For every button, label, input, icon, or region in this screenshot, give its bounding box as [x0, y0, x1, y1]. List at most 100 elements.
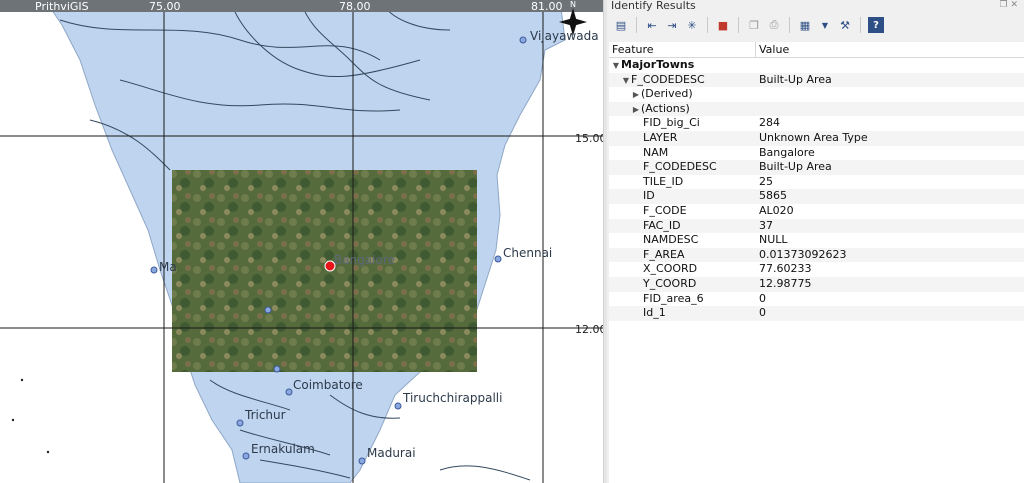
value-cell: 0	[759, 291, 766, 305]
collapsed-arrow-icon[interactable]: ▶	[631, 88, 641, 102]
collapsed-arrow-icon[interactable]: ▶	[631, 103, 641, 117]
collapse-icon[interactable]: ⇤	[644, 17, 660, 33]
feature-label: FID_area_6	[643, 291, 704, 305]
city-label-tiruchchirappalli: Tiruchchirappalli	[402, 391, 502, 405]
tree-rows: ▼ MajorTowns ▼ F_CODEDESC Built-Up Area ▶ (Der…	[609, 58, 1024, 321]
results-tree[interactable]: Feature Value ▼ MajorTowns ▼ F_CODEDESC Buil…	[609, 42, 1024, 483]
column-header-feature[interactable]: Feature	[609, 42, 756, 57]
value-cell: Built-Up Area	[759, 160, 832, 174]
grid-label-top-3: 81.00	[531, 0, 563, 13]
feature-label: ID	[643, 189, 655, 203]
value-cell: Built-Up Area	[759, 72, 832, 86]
feature-label: NAM	[643, 145, 669, 159]
map-canvas[interactable]: PrithviGIS 75.00 78.00 81.00 15.00 12.00…	[0, 0, 603, 483]
tree-row[interactable]: Y_COORD 12.98775	[609, 276, 1024, 292]
feature-label: FAC_ID	[643, 218, 681, 232]
feature-cell: Y_COORD	[609, 277, 759, 292]
value-cell: 12.98775	[759, 276, 812, 290]
tree-row[interactable]: Id_1 0	[609, 306, 1024, 321]
feature-cell: F_CODEDESC	[609, 160, 759, 175]
select-mode-icon[interactable]: ▦	[797, 17, 813, 33]
copy-icon[interactable]: ❐	[746, 17, 762, 33]
grid-label-top-1: 75.00	[149, 0, 181, 13]
feature-cell: FID_big_Ci	[609, 116, 759, 131]
settings-icon[interactable]: ⚒	[837, 17, 853, 33]
tree-row[interactable]: TILE_ID 25	[609, 175, 1024, 190]
panel-window-controls[interactable]: ❐ ✕	[1000, 0, 1018, 10]
identify-toolbar: ▤ ⇤ ⇥ ✳ ■ ❐ ⎙ ▦ ▼ ⚒ ?	[613, 14, 884, 36]
satellite-imagery	[172, 170, 477, 372]
feature-cell: FAC_ID	[609, 219, 759, 234]
feature-label: F_CODEDESC	[643, 160, 717, 174]
value-cell: NULL	[759, 233, 788, 247]
feature-cell: NAM	[609, 146, 759, 161]
identify-results-panel: Identify Results ❐ ✕ ▤ ⇤ ⇥ ✳ ■ ❐ ⎙ ▦ ▼ ⚒…	[607, 0, 1024, 483]
expanded-arrow-icon[interactable]: ▼	[611, 59, 621, 73]
feature-cell: F_AREA	[609, 248, 759, 263]
map-svg[interactable]: PrithviGIS 75.00 78.00 81.00 15.00 12.00…	[0, 0, 603, 483]
feature-label: (Actions)	[641, 101, 690, 115]
feature-label: Y_COORD	[643, 276, 697, 290]
feature-label: NAMDESC	[643, 233, 699, 247]
feature-label: TILE_ID	[643, 174, 684, 188]
tree-row[interactable]: F_CODE AL020	[609, 204, 1024, 219]
clear-results-icon[interactable]: ■	[715, 17, 731, 33]
feature-cell: FID_area_6	[609, 292, 759, 307]
grid-label-top-2: 78.00	[339, 0, 371, 13]
tree-row[interactable]: F_AREA 0.01373092623	[609, 247, 1024, 263]
feature-label: Id_1	[643, 306, 666, 320]
print-icon[interactable]: ⎙	[766, 17, 782, 33]
feature-cell: ▼ F_CODEDESC	[609, 73, 759, 88]
island-dot	[20, 378, 24, 382]
tree-row[interactable]: F_CODEDESC Built-Up Area	[609, 160, 1024, 175]
feature-cell: ID	[609, 189, 759, 204]
city-label-chennai: Chennai	[503, 246, 552, 260]
tree-row[interactable]: ▶ (Actions)	[609, 101, 1024, 117]
feature-label: LAYER	[643, 130, 678, 144]
tree-row[interactable]: LAYER Unknown Area Type	[609, 130, 1024, 146]
feature-label: F_AREA	[643, 247, 685, 261]
brand-label: PrithviGIS	[35, 0, 89, 13]
feature-label: F_CODE	[643, 203, 687, 217]
tree-row[interactable]: X_COORD 77.60233	[609, 262, 1024, 277]
tree-row[interactable]: ▼ MajorTowns	[609, 58, 1024, 73]
feature-cell: X_COORD	[609, 262, 759, 277]
island-dot	[46, 450, 50, 454]
city-label-vijayawada: Vijayawada	[530, 29, 599, 43]
city-label-madurai: Madurai	[367, 446, 416, 460]
feature-label: FID_big_Ci	[643, 116, 700, 130]
tree-row[interactable]: FID_big_Ci 284	[609, 116, 1024, 131]
expand-icon[interactable]: ⇥	[664, 17, 680, 33]
grid-label-right-2: 12.00	[575, 323, 603, 336]
tree-row[interactable]: ID 5865	[609, 189, 1024, 204]
tree-row[interactable]: NAMDESC NULL	[609, 233, 1024, 248]
feature-cell: NAMDESC	[609, 233, 759, 248]
tree-row[interactable]: NAM Bangalore	[609, 146, 1024, 161]
tree-row[interactable]: FID_area_6 0	[609, 292, 1024, 307]
value-cell: Bangalore	[759, 145, 815, 159]
feature-label: (Derived)	[641, 87, 693, 101]
value-cell: 0	[759, 306, 766, 320]
city-label-ernakulam: Ernakulam	[251, 442, 315, 456]
tree-row[interactable]: FAC_ID 37	[609, 218, 1024, 234]
value-cell: AL020	[759, 203, 794, 217]
tree-row[interactable]: ▶ (Derived)	[609, 87, 1024, 102]
feature-cell: F_CODE	[609, 204, 759, 219]
value-cell: 5865	[759, 189, 787, 203]
tree-header: Feature Value	[609, 42, 1024, 58]
column-header-value[interactable]: Value	[756, 42, 789, 57]
value-cell: 37	[759, 218, 773, 232]
help-icon[interactable]: ?	[868, 17, 884, 33]
city-label-trichur: Trichur	[244, 408, 286, 422]
expanded-arrow-icon[interactable]: ▼	[621, 74, 631, 88]
tree-row[interactable]: ▼ F_CODEDESC Built-Up Area	[609, 72, 1024, 88]
feature-label: F_CODEDESC	[631, 72, 705, 86]
feature-label: X_COORD	[643, 262, 698, 276]
expand-new-icon[interactable]: ✳	[684, 17, 700, 33]
feature-cell: TILE_ID	[609, 175, 759, 190]
north-arrow-label: N	[570, 0, 576, 9]
dropdown-arrow-icon[interactable]: ▼	[817, 17, 833, 33]
expand-tree-icon[interactable]: ▤	[613, 17, 629, 33]
feature-cell: LAYER	[609, 131, 759, 146]
selected-feature-marker[interactable]	[324, 260, 336, 272]
